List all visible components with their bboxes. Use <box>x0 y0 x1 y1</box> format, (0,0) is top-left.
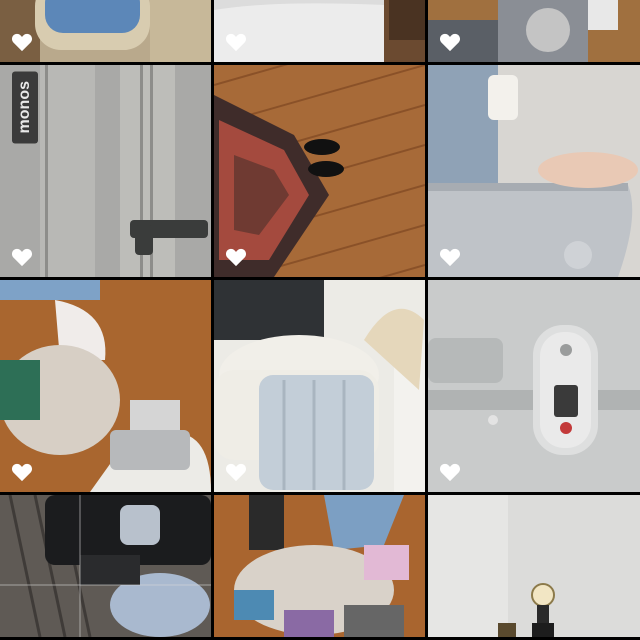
photo-tile-backpack-deck[interactable] <box>0 495 211 637</box>
bed-photo <box>214 0 425 62</box>
heart-icon[interactable] <box>11 462 33 482</box>
heart-icon[interactable] <box>439 462 461 482</box>
photo-tile-hand-suitcase[interactable] <box>428 65 640 277</box>
photo-tile-bed[interactable] <box>214 0 425 62</box>
photo-tile-rug-shoes[interactable] <box>214 65 425 277</box>
suitcase-chair-photo <box>214 280 425 492</box>
heart-icon[interactable] <box>11 247 33 267</box>
lamp-wall-photo <box>428 495 640 637</box>
photo-tile-bag-strap[interactable]: monos <box>0 65 211 277</box>
photo-tile-tsa-lock[interactable] <box>428 280 640 492</box>
clothes-floor-photo <box>428 0 640 62</box>
photo-tile-clothes-floor-top[interactable] <box>428 0 640 62</box>
photo-tile-lamp-wall[interactable] <box>428 495 640 637</box>
woman-clothes-photo <box>0 280 211 492</box>
photo-tile-clothes-floor-bottom[interactable] <box>214 495 425 637</box>
backpack-deck-photo <box>0 495 211 637</box>
airplane-window-photo <box>0 0 211 62</box>
photo-tile-suitcase-chair[interactable] <box>214 280 425 492</box>
tsa-lock-photo <box>428 280 640 492</box>
clothes-floor-bottom-photo <box>214 495 425 637</box>
heart-icon[interactable] <box>439 247 461 267</box>
heart-icon[interactable] <box>439 32 461 52</box>
heart-icon[interactable] <box>11 32 33 52</box>
photo-tile-airplane-window[interactable] <box>0 0 211 62</box>
hand-suitcase-photo <box>428 65 640 277</box>
brand-label: monos <box>12 71 38 144</box>
photo-tile-woman-clothes-floor[interactable] <box>0 280 211 492</box>
rug-shoes-photo <box>214 65 425 277</box>
heart-icon[interactable] <box>225 247 247 267</box>
heart-icon[interactable] <box>225 462 247 482</box>
photo-grid: monos <box>0 0 640 640</box>
heart-icon[interactable] <box>225 32 247 52</box>
